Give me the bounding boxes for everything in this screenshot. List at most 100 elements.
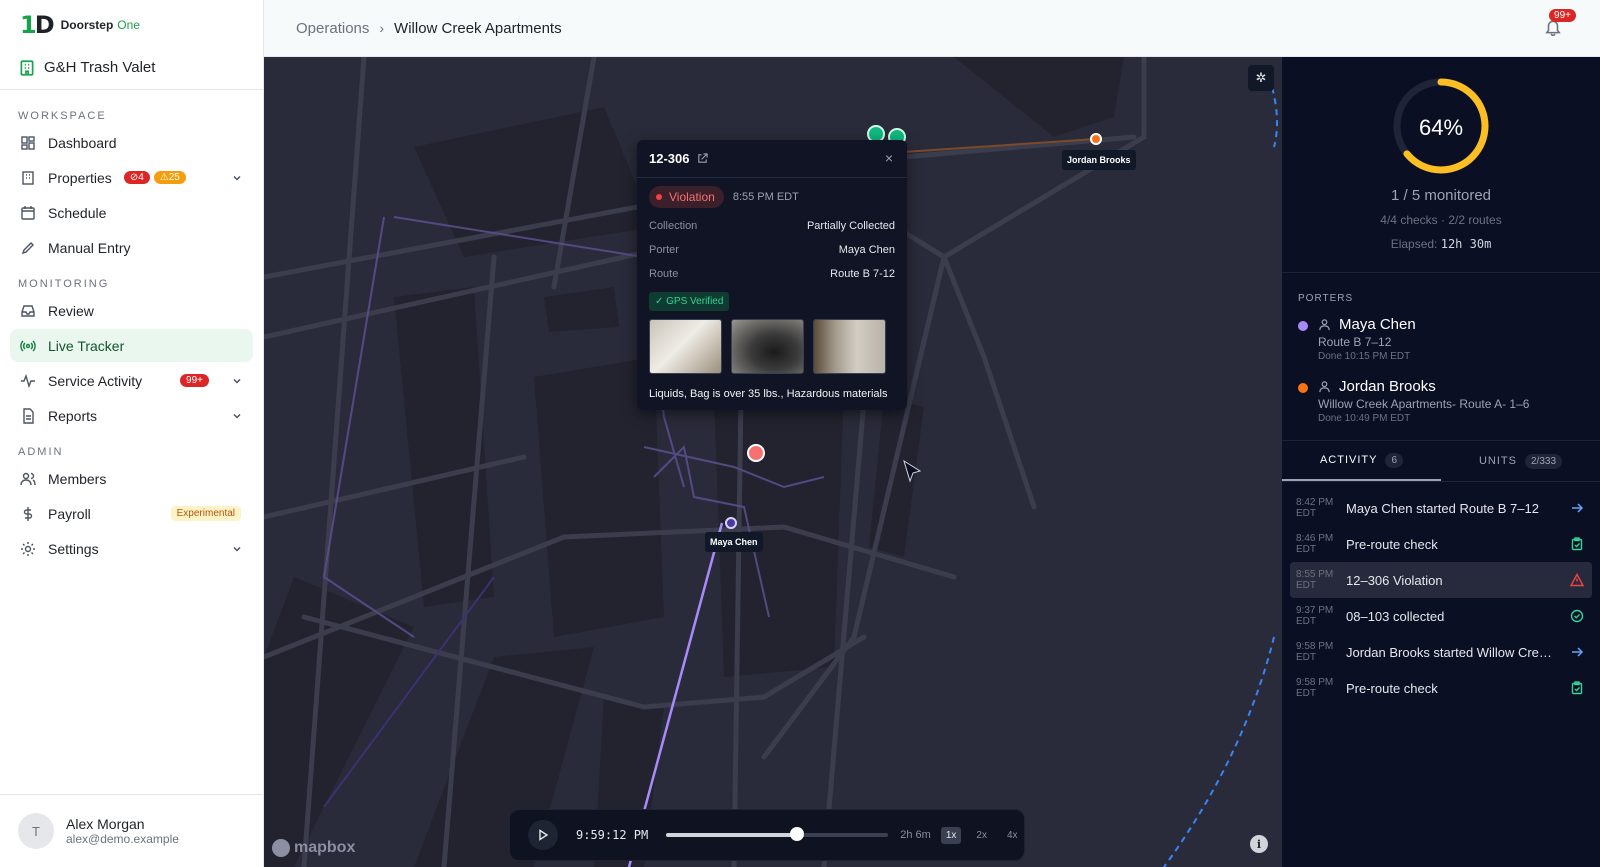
gps-verified-badge: ✓ GPS Verified [649, 292, 730, 311]
activity-item[interactable]: 9:37 PM EDT 08–103 collected [1290, 598, 1592, 634]
progress-percent: 64% [1418, 115, 1464, 140]
tab-units[interactable]: UNITS 2/333 [1441, 441, 1600, 481]
popup-time: 8:55 PM EDT [732, 191, 799, 203]
playback-knob[interactable] [790, 827, 805, 841]
nav-dashboard[interactable]: Dashboard [10, 126, 253, 159]
porter-name: Maya Chen [1339, 316, 1416, 333]
nav-reports[interactable]: Reports [10, 399, 253, 432]
sidebar: 1D Doorstep One G&H Trash Valet WORKSPAC… [0, 0, 264, 867]
building-icon [22, 170, 34, 185]
porter-item[interactable]: Maya Chen Route B 7–12 Done 10:15 PM EDT [1282, 316, 1600, 362]
nav-label: Schedule [48, 204, 107, 221]
notification-badge: 99+ [1549, 9, 1576, 22]
playback-bar: 9:59:12 PM 2h 6m 1x 2x 4x [509, 809, 1025, 861]
activity-text: Maya Chen started Route B 7–12 [1346, 500, 1539, 516]
arrow-right-icon [1572, 647, 1584, 657]
nav-label: Service Activity [48, 372, 143, 389]
document-icon [23, 407, 34, 424]
nav-live-tracker[interactable]: Live Tracker [10, 329, 253, 362]
brand-logo: 1D [20, 11, 55, 39]
nav-label: Settings [48, 540, 99, 557]
elapsed-time: Elapsed: 12h 30m [1390, 237, 1492, 251]
section-admin: ADMIN [18, 446, 64, 458]
chevron-down-icon[interactable] [231, 375, 243, 387]
porter-item[interactable]: Jordan Brooks Willow Creek Apartments- R… [1282, 378, 1600, 424]
tab-activity[interactable]: ACTIVITY 6 [1282, 441, 1441, 481]
playback-slider[interactable] [666, 827, 889, 841]
activity-text: Jordan Brooks started Willow Creek Apart… [1346, 644, 1558, 660]
external-link-icon[interactable] [697, 153, 709, 164]
close-icon[interactable]: × [885, 150, 893, 166]
progress-summary: 64% 1 / 5 monitored 4/4 checks · 2/2 rou… [1282, 57, 1600, 273]
breadcrumb-current: Willow Creek Apartments [394, 19, 562, 37]
panel-tabs: ACTIVITY 6 UNITS 2/333 [1282, 440, 1600, 482]
nav-service-activity[interactable]: Service Activity 99+ [10, 364, 253, 397]
chevron-down-icon[interactable] [231, 410, 243, 422]
activity-text: Pre-route check [1346, 536, 1438, 552]
photo-thumbnail[interactable] [813, 319, 886, 374]
activity-item[interactable]: 8:55 PM EDT 12–306 Violation [1290, 562, 1592, 598]
nav-settings[interactable]: Settings [10, 532, 253, 565]
nav-label: Payroll [48, 505, 91, 522]
activity-item[interactable]: 9:58 PM EDT Pre-route check [1290, 670, 1592, 706]
map-label-maya: Maya Chen [705, 532, 763, 552]
warning-icon [1570, 573, 1584, 587]
playback-duration: 2h 6m [900, 829, 931, 841]
inbox-icon [21, 304, 35, 317]
speed-1x-button[interactable]: 1x [940, 826, 962, 844]
chevron-down-icon[interactable] [231, 172, 243, 184]
map-style-toggle-icon[interactable]: ✲ [1248, 65, 1274, 91]
avatar: T [18, 813, 54, 849]
dashboard-icon [21, 135, 35, 150]
units-count: 2/333 [1524, 453, 1563, 469]
porter-done: Done 10:15 PM EDT [1318, 351, 1411, 362]
nav-members[interactable]: Members [10, 462, 253, 495]
nav-label: Manual Entry [48, 239, 131, 256]
properties-error-badge: ⊘4 [123, 171, 150, 184]
activity-item[interactable]: 9:58 PM EDT Jordan Brooks started Willow … [1290, 634, 1592, 670]
clipboard-icon [1571, 681, 1583, 695]
activity-item[interactable]: 8:46 PM EDT Pre-route check [1290, 526, 1592, 562]
user-icon [1319, 381, 1330, 393]
user-menu[interactable]: T Alex Morgan alex@demo.example [0, 794, 264, 867]
porter-color-dot [1298, 321, 1308, 331]
section-monitoring: MONITORING [18, 278, 110, 290]
info-icon[interactable]: i [1250, 835, 1268, 853]
popup-row-route: Route Route B 7-12 [649, 268, 895, 280]
pencil-icon [21, 241, 34, 254]
photo-thumbnail[interactable] [731, 319, 804, 374]
popup-row-porter: Porter Maya Chen [649, 244, 895, 256]
user-icon [1319, 319, 1330, 331]
brand-sub: One [117, 18, 140, 32]
nav-properties[interactable]: Properties ⊘4 ⚠25 [10, 161, 253, 194]
dollar-icon [23, 506, 33, 521]
brand[interactable]: 1D Doorstep One [0, 0, 263, 50]
arrow-right-icon [1572, 503, 1584, 513]
status-dot [656, 194, 662, 200]
nav-payroll[interactable]: Payroll Experimental [10, 497, 253, 530]
clipboard-icon [1571, 537, 1583, 551]
mapbox-attribution[interactable]: mapbox [272, 839, 355, 857]
org-switcher[interactable]: G&H Trash Valet [0, 50, 263, 90]
speed-4x-button[interactable]: 4x [1002, 827, 1023, 844]
map-view[interactable]: Maya Chen Jordan Brooks ✲ mapbox i 12-30… [264, 57, 1282, 867]
activity-text: Pre-route check [1346, 680, 1438, 696]
user-name: Alex Morgan [66, 816, 145, 832]
nav-schedule[interactable]: Schedule [10, 196, 253, 229]
play-button[interactable] [528, 820, 558, 850]
porter-name: Jordan Brooks [1339, 378, 1436, 395]
porter-route: Route B 7–12 [1318, 335, 1392, 349]
activity-item[interactable]: 8:42 PM EDT Maya Chen started Route B 7–1… [1290, 490, 1592, 526]
nav-manual-entry[interactable]: Manual Entry [10, 231, 253, 264]
nav-review[interactable]: Review [10, 294, 253, 327]
check-circle-icon [1570, 609, 1584, 623]
photo-thumbnail[interactable] [649, 319, 722, 374]
playback-progress [666, 833, 798, 837]
map-label-jordan: Jordan Brooks [1062, 150, 1136, 170]
chevron-down-icon[interactable] [231, 543, 243, 555]
porter-done: Done 10:49 PM EDT [1318, 413, 1411, 424]
mapbox-logo-icon [272, 839, 290, 857]
violation-badge: Violation [649, 186, 724, 208]
speed-2x-button[interactable]: 2x [971, 827, 992, 844]
breadcrumb-parent[interactable]: Operations [296, 20, 369, 37]
